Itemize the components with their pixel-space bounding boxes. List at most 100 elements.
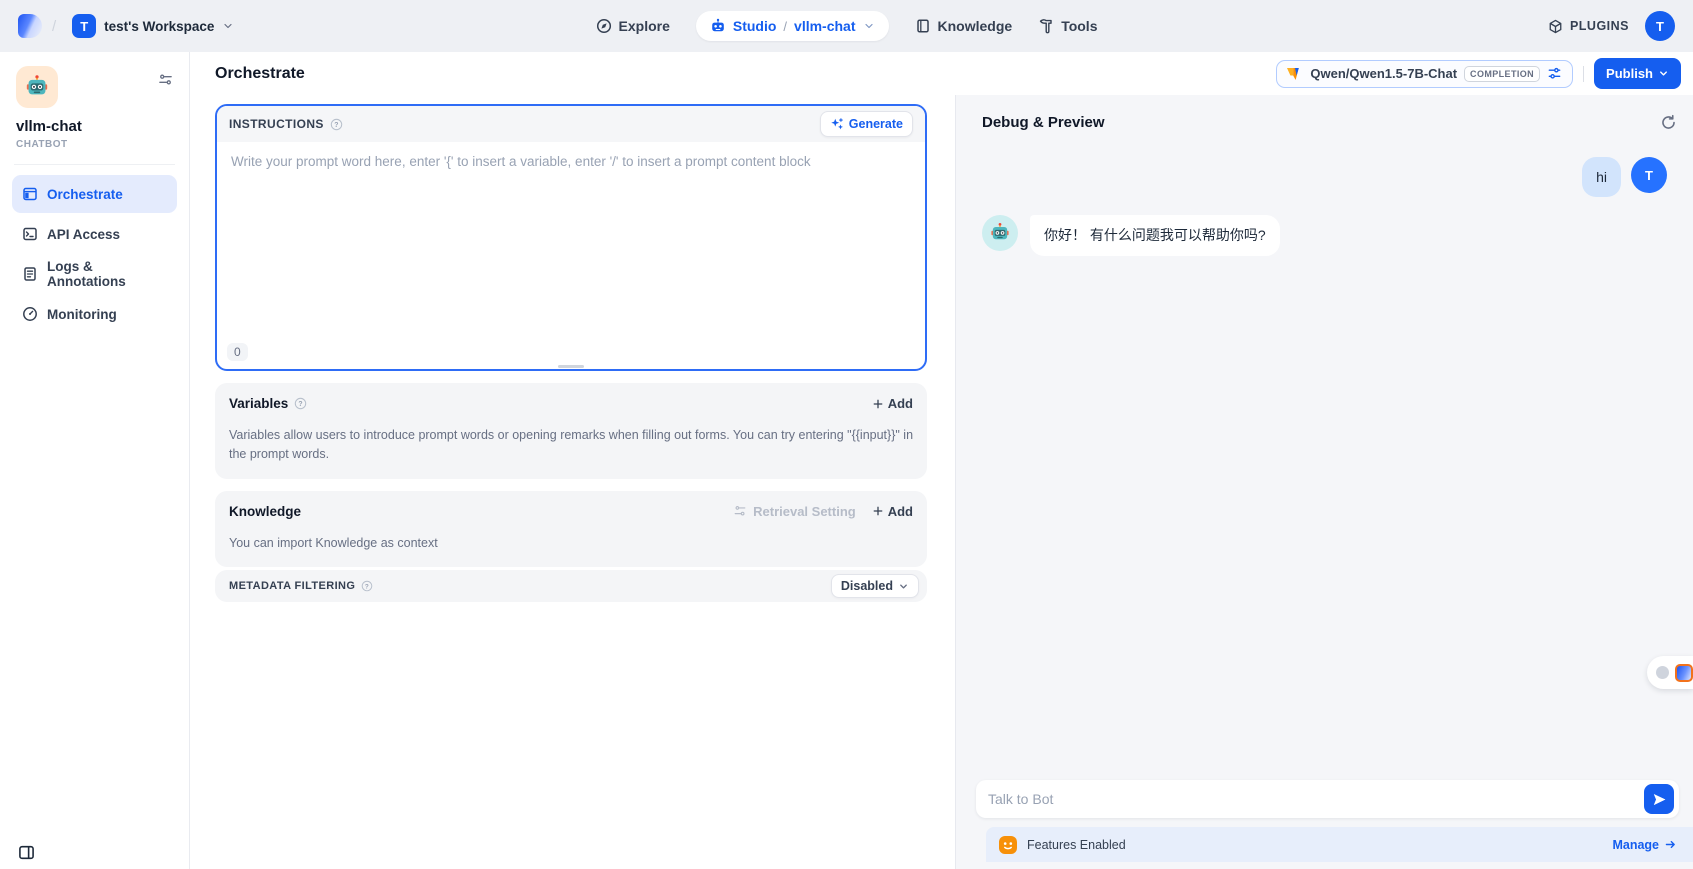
plugins-box-icon bbox=[1548, 19, 1563, 34]
robot-avatar-icon bbox=[24, 74, 50, 100]
tools-icon bbox=[1038, 18, 1054, 34]
help-icon[interactable]: ? bbox=[330, 118, 343, 131]
help-icon[interactable]: ? bbox=[361, 580, 373, 592]
top-header: / T test's Workspace Explore Studio / vl… bbox=[0, 0, 1693, 52]
logs-icon bbox=[22, 266, 38, 282]
metadata-filtering-title: METADATA FILTERING bbox=[229, 580, 355, 592]
main-nav: Explore Studio / vllm-chat Knowledge Too… bbox=[596, 0, 1098, 52]
help-icon[interactable]: ? bbox=[294, 397, 307, 410]
account-avatar[interactable]: T bbox=[1645, 11, 1675, 41]
studio-separator: / bbox=[783, 19, 787, 34]
nav-knowledge[interactable]: Knowledge bbox=[915, 18, 1013, 34]
metadata-filtering-value: Disabled bbox=[841, 579, 893, 593]
add-variable-label: Add bbox=[888, 396, 913, 411]
plugins-label: PLUGINS bbox=[1570, 19, 1629, 33]
chat-input[interactable] bbox=[988, 791, 1644, 807]
sidebar-item-label: Logs & Annotations bbox=[47, 259, 167, 289]
app-avatar bbox=[16, 66, 58, 108]
breadcrumb-separator: / bbox=[52, 18, 56, 35]
plugins-button[interactable]: PLUGINS bbox=[1548, 19, 1629, 34]
prompt-editor[interactable]: Write your prompt word here, enter '{' t… bbox=[217, 142, 925, 371]
plus-icon bbox=[872, 398, 884, 410]
chevron-down-icon bbox=[1658, 68, 1669, 79]
robot-icon bbox=[710, 18, 726, 34]
monitoring-icon bbox=[22, 306, 38, 322]
app-shell: vllm-chat CHATBOT Orchestrate API Access… bbox=[0, 52, 1693, 869]
generate-button[interactable]: Generate bbox=[820, 111, 913, 137]
char-count-badge: 0 bbox=[227, 343, 248, 361]
sidebar-item-label: Monitoring bbox=[47, 307, 117, 322]
bot-message-bubble: 你好！ 有什么问题我可以帮助你吗? bbox=[1030, 215, 1280, 255]
orchestrate-icon bbox=[22, 186, 38, 202]
app-type-badge: CHATBOT bbox=[16, 139, 173, 150]
retrieval-setting-button[interactable]: Retrieval Setting bbox=[733, 504, 856, 519]
vllm-logo-icon bbox=[1287, 67, 1303, 81]
footer-gap bbox=[956, 862, 1693, 869]
manage-features-link[interactable]: Manage bbox=[1612, 838, 1677, 852]
collapse-sidebar-icon[interactable] bbox=[18, 844, 35, 861]
sidebar-item-logs-annotations[interactable]: Logs & Annotations bbox=[12, 255, 177, 293]
nav-studio-label: Studio bbox=[733, 18, 777, 34]
chevron-down-icon[interactable] bbox=[863, 20, 875, 32]
knowledge-title: Knowledge bbox=[229, 504, 301, 519]
send-button[interactable] bbox=[1644, 784, 1674, 814]
debug-preview-title: Debug & Preview bbox=[982, 114, 1105, 131]
nav-explore[interactable]: Explore bbox=[596, 18, 670, 34]
sidebar-divider bbox=[14, 164, 175, 165]
nav-studio[interactable]: Studio / vllm-chat bbox=[696, 11, 889, 41]
metadata-filtering-dropdown[interactable]: Disabled bbox=[831, 574, 919, 598]
bot-chat-avatar bbox=[982, 215, 1018, 251]
publish-button[interactable]: Publish bbox=[1594, 58, 1681, 89]
orchestrate-config-column: INSTRUCTIONS ? Generate bbox=[190, 95, 955, 869]
model-selector[interactable]: Qwen/Qwen1.5-7B-Chat COMPLETION bbox=[1276, 60, 1573, 88]
features-bar: Features Enabled Manage bbox=[986, 827, 1693, 862]
chat-input-bar bbox=[976, 780, 1679, 818]
add-knowledge-label: Add bbox=[888, 504, 913, 519]
chevron-down-icon bbox=[222, 20, 234, 32]
nav-studio-app-name: vllm-chat bbox=[794, 18, 855, 34]
nav-knowledge-label: Knowledge bbox=[938, 18, 1013, 34]
add-knowledge-button[interactable]: Add bbox=[872, 504, 913, 519]
api-access-icon bbox=[22, 226, 38, 242]
chevron-down-icon bbox=[898, 581, 909, 592]
instructions-title: INSTRUCTIONS bbox=[229, 117, 324, 131]
arrow-right-icon bbox=[1664, 838, 1677, 851]
knowledge-description: You can import Knowledge as context bbox=[215, 532, 927, 567]
dify-logo[interactable] bbox=[18, 14, 42, 38]
sidebar-item-orchestrate[interactable]: Orchestrate bbox=[12, 175, 177, 213]
debug-footer: Features Enabled Manage bbox=[956, 780, 1693, 869]
model-mode-badge: COMPLETION bbox=[1464, 66, 1540, 82]
app-settings-icon[interactable] bbox=[158, 72, 173, 87]
svg-text:?: ? bbox=[299, 401, 303, 408]
user-chat-avatar: T bbox=[1631, 157, 1667, 193]
knowledge-panel: Knowledge Retrieval Setting bbox=[215, 491, 927, 567]
variables-description: Variables allow users to introduce promp… bbox=[215, 424, 927, 479]
drag-dot-icon bbox=[1656, 666, 1669, 679]
main-topbar: Orchestrate Qwen/Qwen1.5-7B-Chat COMPLET… bbox=[190, 52, 1693, 95]
dify-mini-logo-icon bbox=[1675, 664, 1693, 682]
sidebar-item-api-access[interactable]: API Access bbox=[12, 215, 177, 253]
user-message-bubble: hi bbox=[1582, 157, 1621, 197]
variables-panel: Variables ? Add Variables allow u bbox=[215, 383, 927, 479]
retrieval-setting-label: Retrieval Setting bbox=[753, 504, 856, 519]
resize-handle[interactable] bbox=[558, 365, 584, 368]
generate-label: Generate bbox=[849, 117, 903, 131]
help-floating-widget[interactable] bbox=[1647, 656, 1693, 689]
chat-message-user: hi T bbox=[982, 157, 1667, 197]
header-left: / T test's Workspace bbox=[18, 10, 240, 42]
model-params-icon[interactable] bbox=[1547, 66, 1562, 81]
publish-label: Publish bbox=[1606, 66, 1653, 81]
add-variable-button[interactable]: Add bbox=[872, 396, 913, 411]
plus-icon bbox=[872, 505, 884, 517]
metadata-filtering-row: METADATA FILTERING ? Disabled bbox=[215, 570, 927, 602]
nav-tools[interactable]: Tools bbox=[1038, 18, 1097, 34]
nav-explore-label: Explore bbox=[619, 18, 670, 34]
chat-area: hi T bbox=[956, 131, 1693, 780]
restart-conversation-icon[interactable] bbox=[1660, 114, 1677, 131]
retrieval-settings-icon bbox=[733, 504, 747, 518]
svg-text:?: ? bbox=[365, 583, 369, 590]
workspace-switcher[interactable]: T test's Workspace bbox=[66, 10, 240, 42]
svg-text:?: ? bbox=[334, 121, 339, 128]
header-right: PLUGINS T bbox=[1548, 11, 1675, 41]
sidebar-item-monitoring[interactable]: Monitoring bbox=[12, 295, 177, 333]
